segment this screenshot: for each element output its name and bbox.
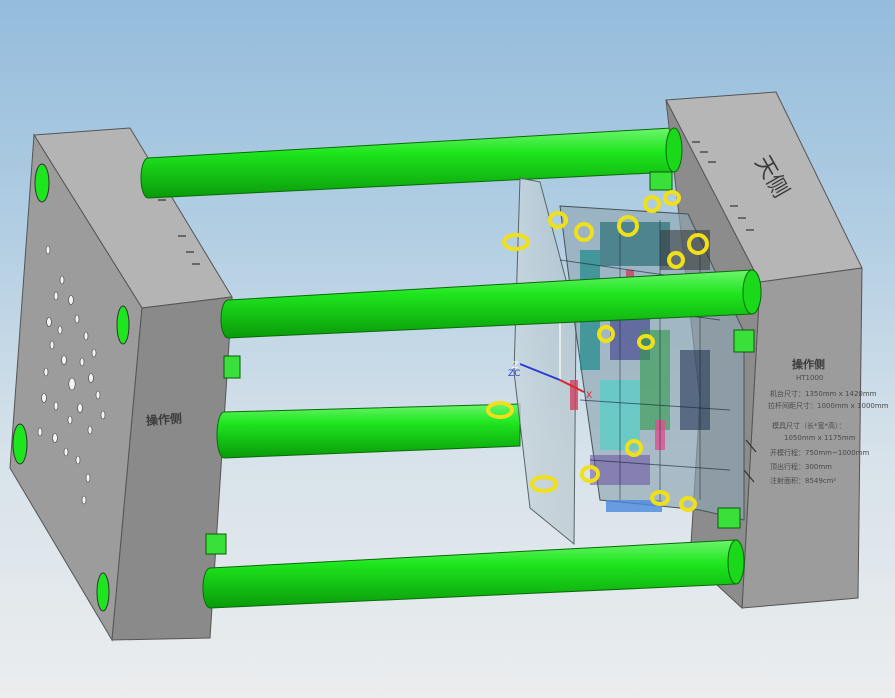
tie-bar-lower-front[interactable] (202, 539, 745, 609)
spec-line: 模具尺寸（长*宽*高）： (772, 421, 846, 430)
tie-bar-end-cap (665, 127, 683, 173)
axis-x-label: X (586, 391, 592, 401)
tie-bar-hole (96, 572, 110, 612)
tie-bar-end-cap (742, 269, 762, 315)
eye-bolt (643, 195, 661, 213)
cad-viewport[interactable]: 操作侧 天侧 操作侧 HT1000 机台尺寸：1350mm x 1420mm 拉… (0, 0, 895, 698)
spec-line: 注射面积：8549cm² (770, 476, 836, 485)
tie-bar-end-cap (727, 539, 745, 585)
spec-line: 顶出行程：300mm (770, 462, 832, 471)
left-platen-side-label: 操作侧 (145, 410, 182, 427)
spec-line: 拉杆间距尺寸：1000mm x 1000mm (768, 401, 889, 410)
tie-bar-hole (116, 305, 130, 345)
mold-assembly-scene[interactable]: 操作侧 天侧 操作侧 HT1000 机台尺寸：1350mm x 1420mm 拉… (0, 0, 895, 698)
tie-bar-upper-back[interactable] (140, 127, 681, 199)
spec-line: 开模行程：750mm~1000mm (770, 448, 869, 457)
tie-bar-lower-back[interactable] (216, 403, 521, 459)
right-platen-machine: HT1000 (796, 374, 823, 382)
spec-line: 1050mm x 1175mm (784, 434, 856, 442)
spec-line: 机台尺寸：1350mm x 1420mm (770, 389, 877, 398)
tie-bar-hole (34, 163, 50, 203)
right-platen-side-label: 操作侧 (792, 357, 825, 371)
mold-assembly[interactable]: YC Y ZC Z X (205, 171, 755, 555)
left-platen[interactable]: 操作侧 (9, 127, 233, 642)
tie-bar-hole (12, 423, 28, 465)
axis-z-label: Z (512, 361, 518, 371)
